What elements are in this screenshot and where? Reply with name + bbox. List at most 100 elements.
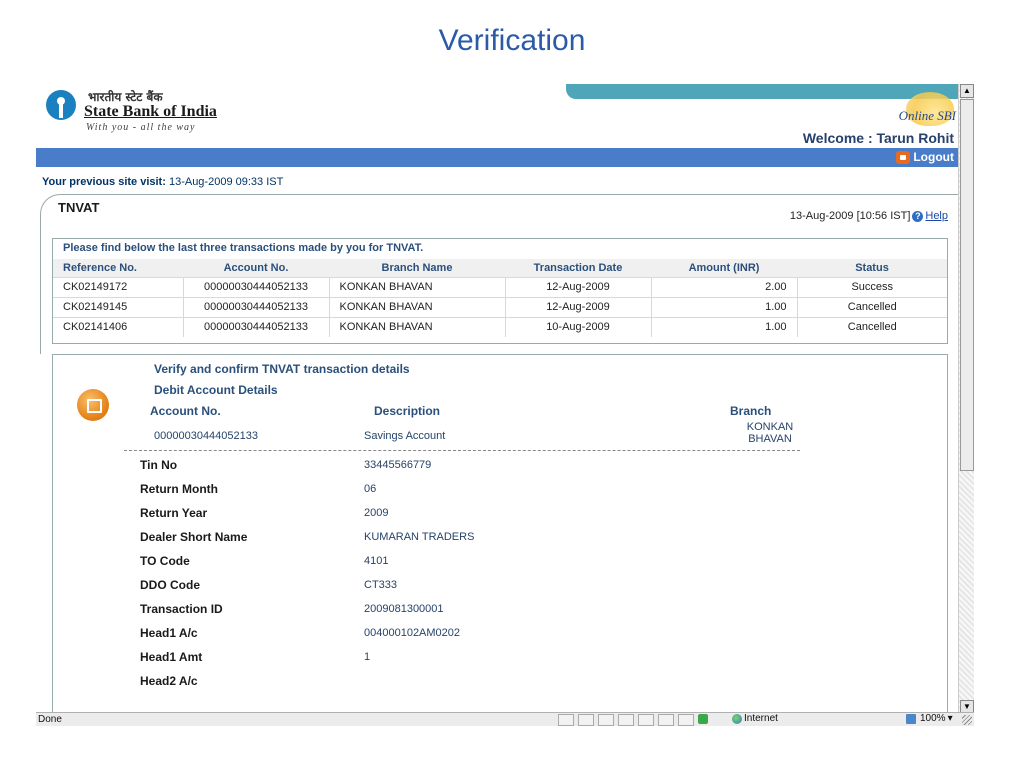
field-label: Return Month [140,482,218,496]
field-label: Tin No [140,458,178,472]
slide-title: Verification [438,24,586,57]
date-help: 13-Aug-2009 [10:56 IST] ? Help [790,210,948,222]
status-bar: Done Internet 100% ▾ [36,712,974,726]
panel-title: TNVAT [58,200,100,215]
help-icon[interactable]: ? [912,210,924,222]
debit-heading: Debit Account Details [154,383,278,397]
globe-icon [732,713,742,724]
table-row: CK02149172 00000030444052133 KONKAN BHAV… [53,276,947,297]
cell-amount: 2.00 [651,276,798,297]
logo-english-text: State Bank of India [84,103,217,120]
cell-account: 00000030444052133 [183,316,330,337]
onlinesbi-logo: Online SBI [878,90,958,132]
cell-status: Cancelled [797,316,947,337]
logout-label: Logout [913,150,954,164]
status-segment [658,714,674,726]
field-value: 1 [364,651,371,663]
status-segment [578,714,594,726]
resize-grip[interactable] [962,715,972,725]
field-label: Head1 A/c [140,626,198,640]
status-segment [678,714,694,726]
welcome-message: Welcome : Tarun Rohit [802,130,954,146]
cell-date: 12-Aug-2009 [505,296,652,317]
status-segment [638,714,654,726]
field-value: 2009 [364,507,389,519]
field-value: CT333 [364,579,398,591]
verify-heading: Verify and confirm TNVAT transaction det… [154,362,410,376]
browser-window: भारतीय स्टेट बैंक State Bank of India Wi… [36,84,974,714]
header-account: Account No. [183,259,329,277]
cell-account: 00000030444052133 [183,276,330,297]
cell-reference: CK02141406 [53,316,184,337]
sbi-logo[interactable]: भारतीय स्टेट बैंक State Bank of India Wi… [44,86,264,142]
transactions-box: Please find below the last three transac… [52,238,948,344]
cell-amount: 1.00 [651,296,798,317]
cell-reference: CK02149145 [53,296,184,317]
internet-zone: Internet [732,713,778,724]
field-label: Head2 A/c [140,674,198,688]
zone-label: Internet [744,713,778,724]
panel-datetime: 13-Aug-2009 [10:56 IST] [789,210,911,222]
previous-visit-label: Your previous site visit: [42,176,166,188]
help-link[interactable]: Help [925,210,948,222]
status-segment [558,714,574,726]
scroll-up-button[interactable]: ▲ [960,84,974,98]
zone-icon [698,714,710,726]
page-viewport: भारतीय स्टेट बैंक State Bank of India Wi… [36,84,958,712]
field-value: 33445566779 [364,459,432,471]
header-reference: Reference No. [53,259,183,277]
field-label: TO Code [140,554,190,568]
dashed-divider [124,450,800,451]
table-row: CK02149145 00000030444052133 KONKAN BHAV… [53,296,947,317]
previous-visit: Your previous site visit: 13-Aug-2009 09… [42,176,283,188]
zoom-label: 100% [920,713,946,724]
table-row: CK02141406 00000030444052133 KONKAN BHAV… [53,316,947,337]
logo-tagline: With you - all the way [86,122,196,133]
field-label: Transaction ID [140,602,223,616]
zoom-icon [906,713,916,724]
field-value: KUMARAN TRADERS [364,531,475,543]
sbi-keyhole-icon [46,90,76,120]
status-text: Done [38,714,62,725]
col-account-header: Account No. [150,404,221,418]
cell-date: 10-Aug-2009 [505,316,652,337]
table-header-row: Reference No. Account No. Branch Name Tr… [53,259,947,277]
cell-status: Cancelled [797,296,947,317]
cell-date: 12-Aug-2009 [505,276,652,297]
header-amount: Amount (INR) [651,259,797,277]
verify-document-icon [77,389,109,421]
logout-icon [896,150,911,164]
debit-branch-line1: KONKAN [746,421,794,433]
onlinesbi-text: Online SBI [898,108,956,123]
zoom-control[interactable]: 100% ▾ [906,713,953,724]
cell-account: 00000030444052133 [183,296,330,317]
logout-button[interactable]: Logout [896,150,954,164]
field-label: DDO Code [140,578,200,592]
status-segment [598,714,614,726]
scroll-thumb[interactable] [960,99,974,471]
cell-amount: 1.00 [651,316,798,337]
field-value: 2009081300001 [364,603,444,615]
cell-status: Success [797,276,947,297]
nav-bar [36,148,958,167]
header-date: Transaction Date [505,259,651,277]
field-label: Return Year [140,506,208,520]
field-value: 4101 [364,555,389,567]
header-status: Status [797,259,947,277]
col-branch-header: Branch [730,404,772,418]
debit-branch-line2: BHAVAN [748,433,792,445]
col-description-header: Description [374,404,441,418]
cell-branch: KONKAN BHAVAN [329,276,506,297]
chevron-down-icon: ▾ [947,713,953,724]
previous-visit-value: 13-Aug-2009 09:33 IST [168,176,284,188]
cell-branch: KONKAN BHAVAN [329,296,506,317]
field-value: 004000102AM0202 [364,627,461,639]
vertical-scrollbar[interactable]: ▲ ▼ [958,84,974,714]
field-label: Dealer Short Name [140,530,248,544]
transactions-table: Reference No. Account No. Branch Name Tr… [53,259,947,337]
debit-account-value: 00000030444052133 [154,430,259,442]
field-value: 06 [364,483,377,495]
transactions-caption: Please find below the last three transac… [63,242,424,254]
cell-reference: CK02149172 [53,276,184,297]
debit-description-value: Savings Account [364,430,446,442]
